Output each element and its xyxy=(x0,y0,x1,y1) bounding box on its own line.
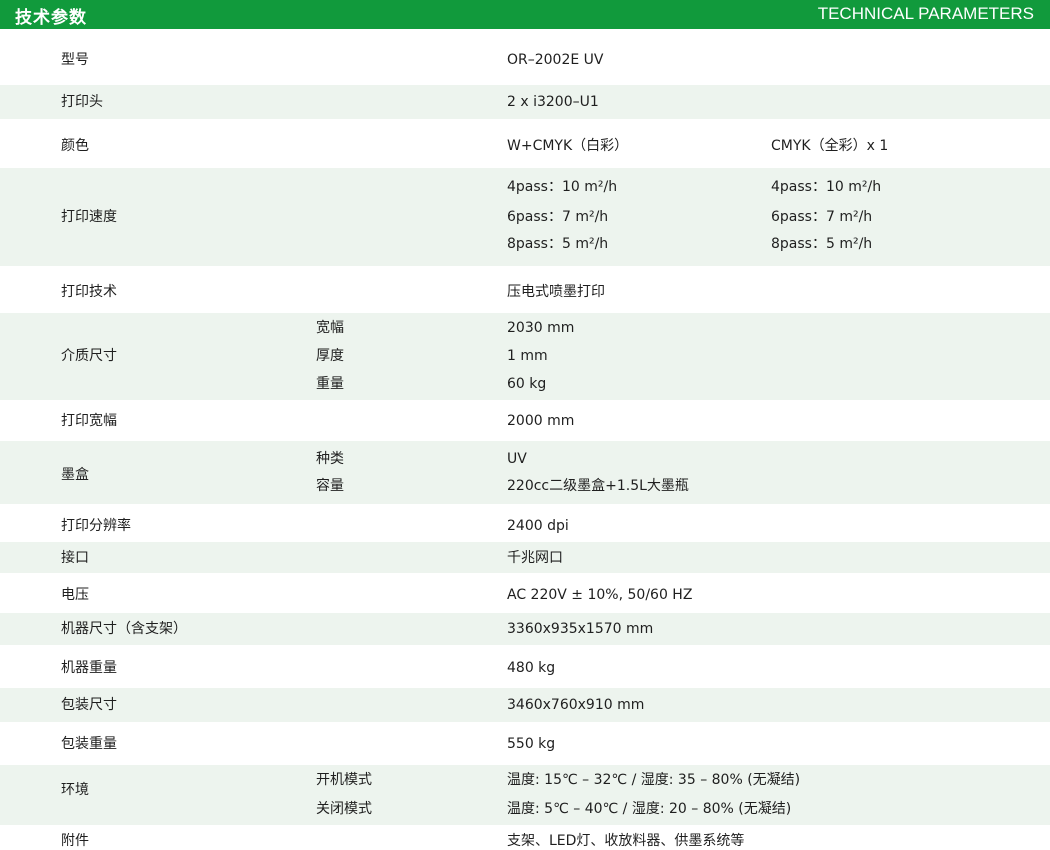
spec-label: 打印分辨率 xyxy=(61,518,131,534)
spec-row-accessories: 附件 支架、LED灯、收放料器、供墨系统等 xyxy=(0,826,1050,850)
spec-row-resolution: 打印分辨率 2400 dpi xyxy=(0,506,1050,544)
section-header: 技术参数 TECHNICAL PARAMETERS xyxy=(0,0,1050,29)
spec-value: 2400 dpi xyxy=(507,518,569,534)
spec-value: UV xyxy=(507,451,527,467)
spec-value: OR–2002E UV xyxy=(507,52,604,68)
spec-value: 2000 mm xyxy=(507,413,575,429)
spec-row-media-size: 介质尺寸 宽幅 2030 mm 厚度 1 mm 重量 60 kg xyxy=(0,313,1050,400)
spec-value: 压电式喷墨打印 xyxy=(507,284,605,300)
speed-line: 6pass：7 m²/h xyxy=(507,209,609,225)
spec-row-voltage: 电压 AC 220V ± 10%, 50/60 HZ xyxy=(0,575,1050,613)
spec-sub-label: 开机模式 xyxy=(316,772,372,788)
spec-label: 介质尺寸 xyxy=(61,348,117,364)
spec-row-machine-size: 机器尺寸（含支架） 3360x935x1570 mm xyxy=(0,613,1050,645)
spec-label: 附件 xyxy=(61,833,89,849)
spec-value: 温度: 15℃ – 32℃ / 湿度: 35 – 80% (无凝结) xyxy=(507,772,801,788)
speed-line-secondary: 8pass：5 m²/h xyxy=(771,236,873,252)
spec-label: 打印技术 xyxy=(61,284,117,300)
spec-value: 2030 mm xyxy=(507,320,575,336)
spec-value: 1 mm xyxy=(507,348,548,364)
speed-line: 4pass：10 m²/h xyxy=(507,179,618,195)
spec-row-model: 型号 OR–2002E UV xyxy=(0,40,1050,80)
spec-label: 颜色 xyxy=(61,138,89,154)
spec-value: 480 kg xyxy=(507,660,556,676)
spec-value: 支架、LED灯、收放料器、供墨系统等 xyxy=(507,833,745,849)
spec-sub-label: 宽幅 xyxy=(316,320,344,336)
spec-row-print-speed: 打印速度 4pass：10 m²/h 6pass：7 m²/h 8pass：5 … xyxy=(0,168,1050,266)
spec-label: 接口 xyxy=(61,550,89,566)
spec-row-print-width: 打印宽幅 2000 mm xyxy=(0,402,1050,440)
spec-label: 打印速度 xyxy=(61,209,117,225)
section-title-cn: 技术参数 xyxy=(15,8,87,28)
spec-value: 3460x760x910 mm xyxy=(507,697,645,713)
speed-line-secondary: 6pass：7 m²/h xyxy=(771,209,873,225)
spec-sub-label: 种类 xyxy=(316,451,344,467)
spec-sub-label: 关闭模式 xyxy=(316,801,372,817)
spec-row-color: 颜色 W+CMYK（白彩） CMYK（全彩）x 1 xyxy=(0,125,1050,165)
section-title-en: TECHNICAL PARAMETERS xyxy=(817,4,1034,23)
spec-value: 2 x i3200–U1 xyxy=(507,94,599,110)
spec-value: 温度: 5℃ – 40℃ / 湿度: 20 – 80% (无凝结) xyxy=(507,801,792,817)
spec-value: 60 kg xyxy=(507,376,547,392)
spec-value: W+CMYK（白彩） xyxy=(507,138,629,154)
spec-label: 型号 xyxy=(61,52,89,68)
spec-label: 墨盒 xyxy=(61,467,89,483)
spec-label: 电压 xyxy=(61,587,89,603)
spec-row-package-size: 包装尺寸 3460x760x910 mm xyxy=(0,688,1050,722)
spec-sub-label: 容量 xyxy=(316,478,344,494)
spec-value-secondary: CMYK（全彩）x 1 xyxy=(771,138,889,154)
spec-row-package-weight: 包装重量 550 kg xyxy=(0,724,1050,764)
speed-line-secondary: 4pass：10 m²/h xyxy=(771,179,882,195)
spec-row-printhead: 打印头 2 x i3200–U1 xyxy=(0,85,1050,119)
spec-value: 3360x935x1570 mm xyxy=(507,621,654,637)
spec-label: 打印头 xyxy=(61,94,103,110)
spec-label: 打印宽幅 xyxy=(61,413,117,429)
spec-label: 机器重量 xyxy=(61,660,117,676)
spec-row-interface: 接口 千兆网口 xyxy=(0,542,1050,573)
spec-row-print-technology: 打印技术 压电式喷墨打印 xyxy=(0,272,1050,312)
spec-row-ink-cartridge: 墨盒 种类 UV 容量 220cc二级墨盒+1.5L大墨瓶 xyxy=(0,441,1050,504)
spec-value: 千兆网口 xyxy=(507,550,563,566)
spec-value: 220cc二级墨盒+1.5L大墨瓶 xyxy=(507,478,689,494)
spec-sub-label: 重量 xyxy=(316,376,344,392)
spec-row-machine-weight: 机器重量 480 kg xyxy=(0,647,1050,687)
spec-label: 包装尺寸 xyxy=(61,697,117,713)
spec-label: 环境 xyxy=(61,782,89,798)
spec-label: 包装重量 xyxy=(61,736,117,752)
spec-label: 机器尺寸（含支架） xyxy=(61,621,187,637)
spec-value: AC 220V ± 10%, 50/60 HZ xyxy=(507,587,693,603)
spec-value: 550 kg xyxy=(507,736,556,752)
speed-line: 8pass：5 m²/h xyxy=(507,236,609,252)
spec-sub-label: 厚度 xyxy=(316,348,344,364)
spec-row-environment: 环境 开机模式 温度: 15℃ – 32℃ / 湿度: 35 – 80% (无凝… xyxy=(0,765,1050,825)
